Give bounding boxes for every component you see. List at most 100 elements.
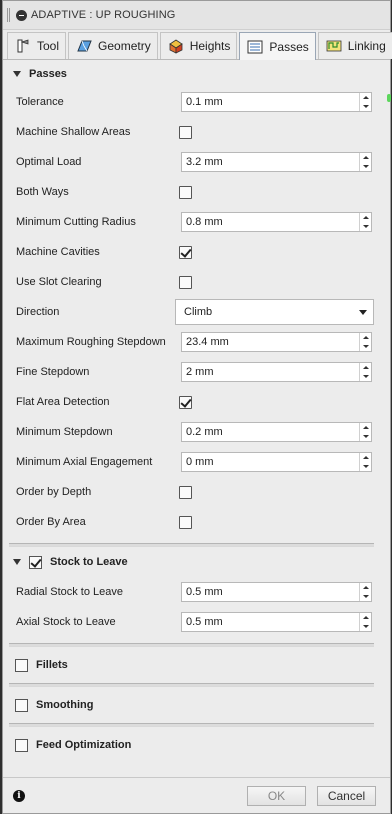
- min-axial-row: Minimum Axial Engagement 0 mm: [3, 447, 390, 477]
- axial-stock-stepper[interactable]: [359, 613, 371, 631]
- spin-down-icon[interactable]: [360, 432, 371, 441]
- tab-passes[interactable]: Passes: [239, 32, 316, 60]
- drag-grip-icon[interactable]: [7, 8, 10, 22]
- fine-stepdown-field[interactable]: 2 mm: [181, 362, 372, 382]
- spin-down-icon[interactable]: [360, 342, 371, 351]
- passes-section-header[interactable]: Passes: [3, 61, 390, 87]
- optimal-load-field[interactable]: 3.2 mm: [181, 152, 372, 172]
- order-depth-row: Order by Depth: [3, 477, 390, 507]
- spin-up-icon[interactable]: [360, 363, 371, 372]
- min-axial-field[interactable]: 0 mm: [181, 452, 372, 472]
- min-axial-value[interactable]: 0 mm: [182, 456, 359, 468]
- slot-clearing-label: Use Slot Clearing: [16, 276, 102, 288]
- info-icon[interactable]: i: [13, 790, 25, 802]
- tab-tool[interactable]: Tool: [7, 32, 67, 59]
- order-area-checkbox[interactable]: [179, 515, 192, 529]
- optimal-load-row: Optimal Load 3.2 mm: [3, 147, 390, 177]
- spin-up-icon[interactable]: [360, 583, 371, 592]
- fillets-checkbox[interactable]: [15, 658, 28, 672]
- machine-shallow-checkbox[interactable]: [179, 125, 192, 139]
- spin-down-icon[interactable]: [360, 372, 371, 381]
- spin-up-icon[interactable]: [360, 453, 371, 462]
- passes-icon: [246, 39, 264, 55]
- min-cutting-radius-label: Minimum Cutting Radius: [16, 216, 136, 228]
- spin-down-icon[interactable]: [360, 592, 371, 601]
- tab-geometry[interactable]: Geometry: [68, 32, 158, 59]
- direction-select[interactable]: Climb: [175, 299, 374, 325]
- collapse-icon[interactable]: [16, 9, 27, 21]
- max-stepdown-field[interactable]: 23.4 mm: [181, 332, 372, 352]
- radial-stock-stepper[interactable]: [359, 583, 371, 601]
- radial-stock-value[interactable]: 0.5 mm: [182, 586, 359, 598]
- chevron-down-icon[interactable]: [359, 310, 367, 315]
- title-bar[interactable]: ADAPTIVE : UP ROUGHING: [3, 1, 390, 30]
- fine-stepdown-stepper[interactable]: [359, 363, 371, 381]
- min-cutting-radius-value[interactable]: 0.8 mm: [182, 216, 359, 228]
- machine-shallow-row: Machine Shallow Areas: [3, 117, 390, 147]
- fine-stepdown-label: Fine Stepdown: [16, 366, 90, 378]
- tab-heights[interactable]: Heights: [159, 32, 238, 59]
- max-stepdown-label: Maximum Roughing Stepdown: [16, 336, 166, 348]
- order-area-row: Order By Area: [3, 507, 390, 537]
- tab-linking[interactable]: Linking: [317, 32, 392, 59]
- feed-optimization-label: Feed Optimization: [36, 739, 132, 751]
- spin-down-icon[interactable]: [360, 222, 371, 231]
- direction-row: Direction Climb: [3, 297, 390, 327]
- spin-up-icon[interactable]: [360, 333, 371, 342]
- fine-stepdown-value[interactable]: 2 mm: [182, 366, 359, 378]
- min-cutting-radius-stepper[interactable]: [359, 213, 371, 231]
- spin-up-icon[interactable]: [360, 93, 371, 102]
- axial-stock-field[interactable]: 0.5 mm: [181, 612, 372, 632]
- min-axial-stepper[interactable]: [359, 453, 371, 471]
- flat-area-label: Flat Area Detection: [16, 396, 110, 408]
- expand-triangle-icon[interactable]: [13, 71, 21, 77]
- min-cutting-radius-row: Minimum Cutting Radius 0.8 mm: [3, 207, 390, 237]
- order-depth-checkbox[interactable]: [179, 485, 192, 499]
- spin-up-icon[interactable]: [360, 423, 371, 432]
- expand-triangle-icon[interactable]: [13, 559, 21, 565]
- spin-down-icon[interactable]: [360, 162, 371, 171]
- min-stepdown-field[interactable]: 0.2 mm: [181, 422, 372, 442]
- tolerance-value[interactable]: 0.1 mm: [182, 96, 359, 108]
- cancel-button[interactable]: Cancel: [317, 786, 376, 806]
- axial-stock-value[interactable]: 0.5 mm: [182, 616, 359, 628]
- tab-linking-label: Linking: [347, 39, 386, 53]
- machine-cavities-checkbox[interactable]: [179, 245, 192, 259]
- both-ways-checkbox[interactable]: [179, 185, 192, 199]
- spin-down-icon[interactable]: [360, 462, 371, 471]
- optimal-load-stepper[interactable]: [359, 153, 371, 171]
- fillets-label: Fillets: [36, 659, 68, 671]
- tab-bar: Tool Geometry Heights Passes Linking: [3, 30, 392, 60]
- smoothing-checkbox[interactable]: [15, 698, 28, 712]
- adaptive-dialog: ADAPTIVE : UP ROUGHING Tool Geometry Hei…: [2, 0, 392, 814]
- spin-up-icon[interactable]: [360, 613, 371, 622]
- flat-area-checkbox[interactable]: [179, 395, 192, 409]
- fillets-section[interactable]: Fillets: [3, 647, 390, 683]
- dialog-footer: i OK Cancel: [3, 777, 390, 813]
- axial-stock-label: Axial Stock to Leave: [16, 616, 116, 628]
- smoothing-label: Smoothing: [36, 699, 94, 711]
- spin-down-icon[interactable]: [360, 102, 371, 111]
- flat-area-row: Flat Area Detection: [3, 387, 390, 417]
- smoothing-section[interactable]: Smoothing: [3, 687, 390, 723]
- min-stepdown-value[interactable]: 0.2 mm: [182, 426, 359, 438]
- ok-button[interactable]: OK: [247, 786, 306, 806]
- min-stepdown-stepper[interactable]: [359, 423, 371, 441]
- stock-section-header[interactable]: Stock to Leave: [3, 547, 390, 577]
- slot-clearing-checkbox[interactable]: [179, 275, 192, 289]
- spin-down-icon[interactable]: [360, 622, 371, 631]
- tolerance-field[interactable]: 0.1 mm: [181, 92, 372, 112]
- spin-up-icon[interactable]: [360, 213, 371, 222]
- optimal-load-value[interactable]: 3.2 mm: [182, 156, 359, 168]
- tolerance-stepper[interactable]: [359, 93, 371, 111]
- direction-label: Direction: [16, 306, 60, 318]
- max-stepdown-value[interactable]: 23.4 mm: [182, 336, 359, 348]
- spin-up-icon[interactable]: [360, 153, 371, 162]
- radial-stock-field[interactable]: 0.5 mm: [181, 582, 372, 602]
- stock-to-leave-checkbox[interactable]: [29, 555, 42, 569]
- feed-optimization-checkbox[interactable]: [15, 738, 28, 752]
- tab-geometry-label: Geometry: [98, 39, 151, 53]
- min-cutting-radius-field[interactable]: 0.8 mm: [181, 212, 372, 232]
- feed-optimization-section[interactable]: Feed Optimization: [3, 727, 390, 763]
- max-stepdown-stepper[interactable]: [359, 333, 371, 351]
